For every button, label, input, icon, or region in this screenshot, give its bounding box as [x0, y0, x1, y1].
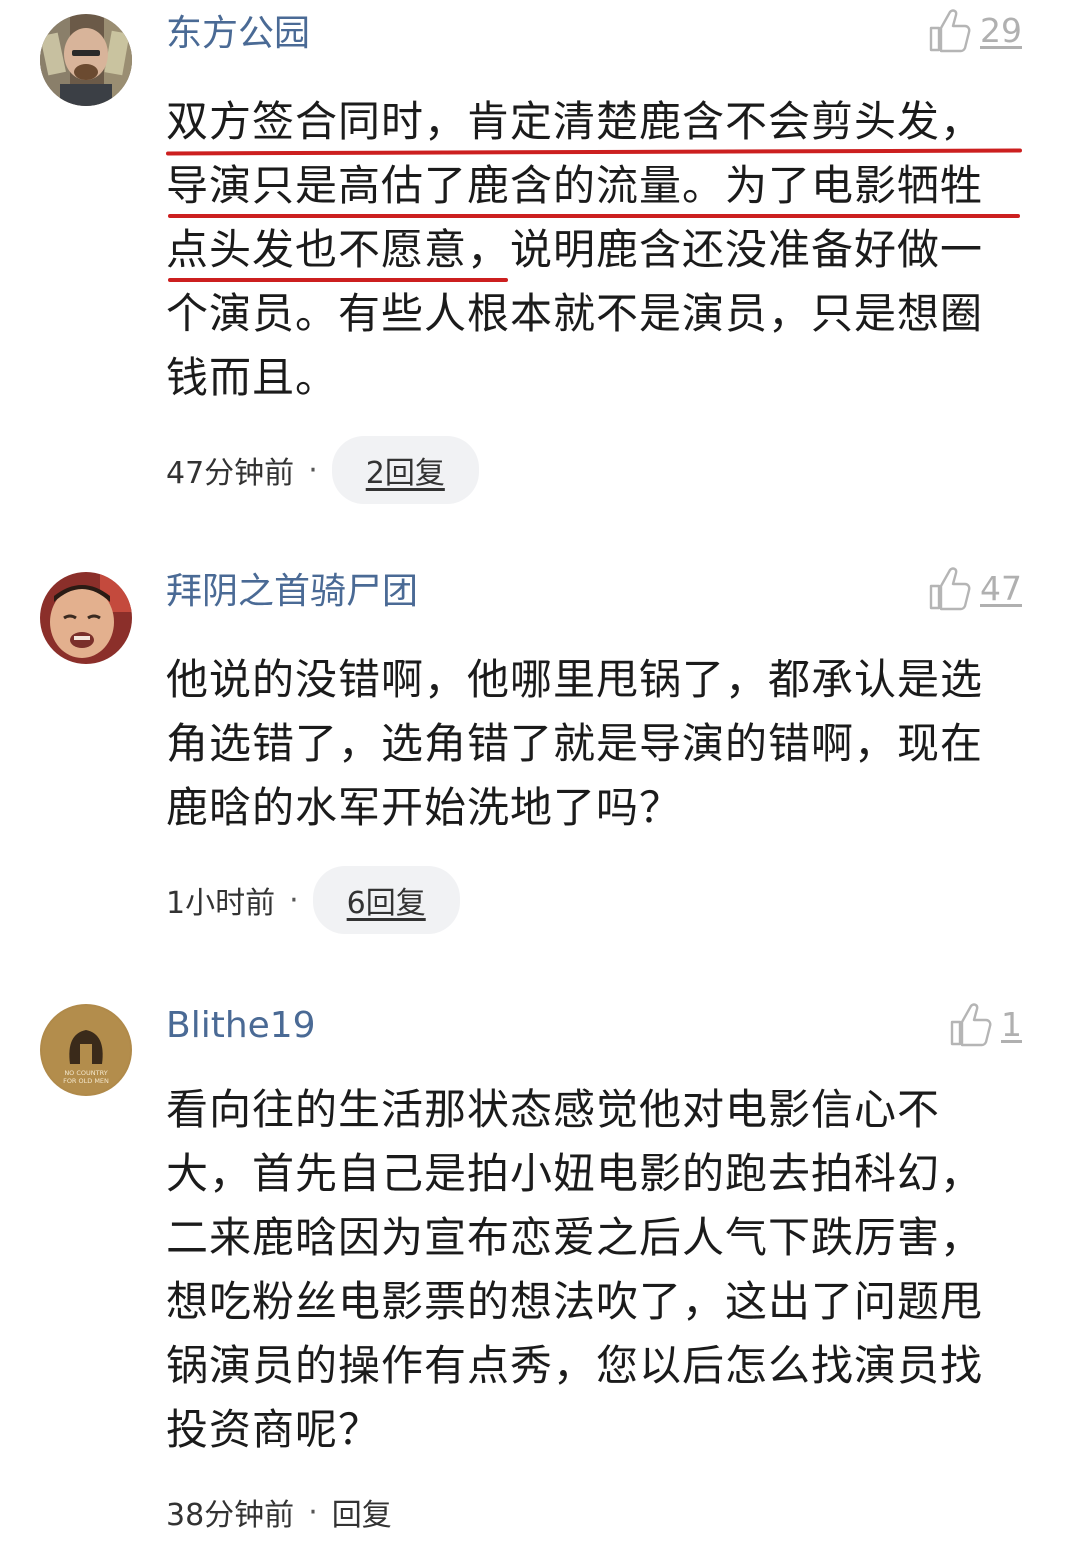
- no-country-for-old-men-avatar-image: NO COUNTRY FOR OLD MEN: [40, 1004, 132, 1096]
- text-line: 想吃粉丝电影票的想法吹了，这出了问题甩: [166, 1277, 984, 1326]
- like-button[interactable]: 1: [949, 1002, 1022, 1048]
- like-count: 1: [1001, 1005, 1022, 1044]
- reply-button[interactable]: 回复: [332, 1490, 392, 1534]
- comment-meta: 38分钟前 · 回复: [166, 1490, 392, 1534]
- poster-text: NO COUNTRY: [64, 1069, 107, 1077]
- text-line: 看向往的生活那状态感觉他对电影信心不: [166, 1085, 941, 1134]
- avatar[interactable]: NO COUNTRY FOR OLD MEN: [40, 1004, 132, 1096]
- poster-text: FOR OLD MEN: [63, 1077, 109, 1085]
- separator-dot: ·: [308, 1494, 318, 1530]
- comment-3: NO COUNTRY FOR OLD MEN Blithe19 1 看向往的生活…: [0, 0, 1080, 1543]
- text-line: 锅演员的操作有点秀，您以后怎么找演员找: [166, 1341, 984, 1390]
- timestamp: 38分钟前: [166, 1498, 295, 1533]
- text-line: 投资商呢？: [166, 1405, 382, 1454]
- username[interactable]: Blithe19: [166, 1006, 316, 1046]
- comment-text: 看向往的生活那状态感觉他对电影信心不 大，首先自己是拍小妞电影的跑去拍科幻， 二…: [166, 1078, 1026, 1462]
- thumbs-up-icon: [950, 1003, 992, 1047]
- text-line: 大，首先自己是拍小妞电影的跑去拍科幻，: [166, 1149, 984, 1198]
- text-line: 二来鹿晗因为宣布恋爱之后人气下跌厉害，: [166, 1213, 984, 1262]
